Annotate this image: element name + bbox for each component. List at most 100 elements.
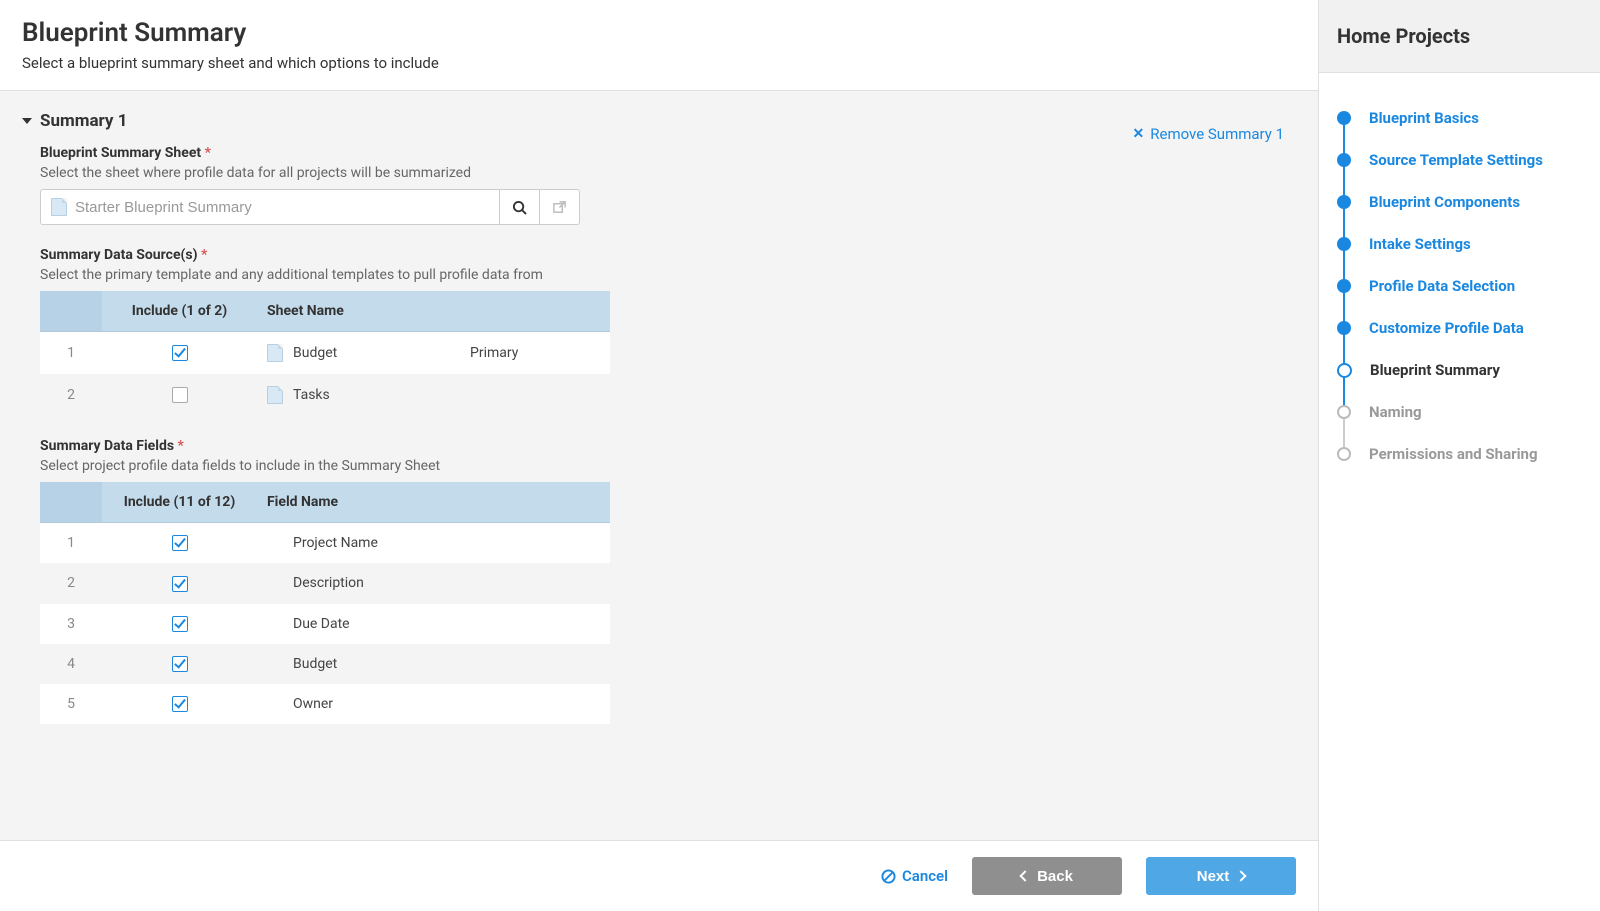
step-dot-icon	[1337, 195, 1351, 209]
remove-summary-link[interactable]: ✕ Remove Summary 1	[1133, 125, 1284, 143]
row-num: 2	[40, 563, 102, 603]
step-connector	[1343, 250, 1345, 280]
include-checkbox[interactable]	[172, 345, 188, 361]
wizard-step[interactable]: Customize Profile Data	[1337, 307, 1582, 349]
search-icon	[512, 200, 527, 215]
include-checkbox[interactable]	[172, 535, 188, 551]
row-name: Tasks	[293, 387, 330, 403]
page-subtitle: Select a blueprint summary sheet and whi…	[22, 54, 1296, 72]
row-name: Owner	[293, 696, 333, 712]
step-label[interactable]: Blueprint Components	[1369, 193, 1520, 211]
step-label[interactable]: Source Template Settings	[1369, 151, 1543, 169]
row-name-cell: Due Date	[257, 604, 610, 644]
wizard-step: Permissions and Sharing	[1337, 433, 1582, 475]
page-header: Blueprint Summary Select a blueprint sum…	[0, 0, 1318, 90]
open-new-icon	[552, 200, 567, 215]
caret-down-icon	[22, 118, 32, 124]
open-sheet-button[interactable]	[540, 189, 580, 225]
summary-sheet-input[interactable]	[75, 199, 489, 216]
col-tag-header	[460, 291, 610, 332]
step-label[interactable]: Customize Profile Data	[1369, 319, 1524, 337]
table-row: 3 Due Date	[40, 604, 610, 644]
page-title: Blueprint Summary	[22, 18, 1296, 48]
step-connector	[1343, 166, 1345, 196]
step-label[interactable]: Profile Data Selection	[1369, 277, 1515, 295]
next-button[interactable]: Next	[1146, 857, 1296, 895]
table-row: 2 Description	[40, 563, 610, 603]
step-label: Naming	[1369, 403, 1422, 421]
data-sources-help: Select the primary template and any addi…	[40, 267, 1142, 283]
step-label: Permissions and Sharing	[1369, 445, 1538, 463]
step-dot-icon	[1337, 405, 1351, 419]
data-fields-table: Include (11 of 12) Field Name 1Project N…	[40, 482, 610, 724]
required-asterisk: *	[201, 247, 207, 263]
include-checkbox[interactable]	[172, 387, 188, 403]
col-num-header	[40, 482, 102, 523]
include-checkbox[interactable]	[172, 696, 188, 712]
step-connector	[1343, 418, 1345, 448]
sheet-icon	[267, 386, 283, 404]
row-num: 1	[40, 332, 102, 375]
back-button[interactable]: Back	[972, 857, 1122, 895]
row-name: Project Name	[293, 535, 378, 551]
include-checkbox[interactable]	[172, 656, 188, 672]
required-asterisk: *	[205, 145, 211, 161]
row-num: 4	[40, 644, 102, 684]
browse-sheet-button[interactable]	[500, 189, 540, 225]
cancel-label: Cancel	[902, 867, 948, 885]
summary-section-toggle[interactable]: Summary 1	[22, 111, 1296, 131]
row-name-cell: Budget	[257, 332, 460, 375]
step-connector	[1343, 334, 1345, 364]
row-num: 3	[40, 604, 102, 644]
wizard-step[interactable]: Blueprint Components	[1337, 181, 1582, 223]
chevron-right-icon	[1236, 870, 1247, 881]
step-dot-icon	[1337, 321, 1351, 335]
step-connector	[1343, 376, 1345, 406]
step-connector	[1343, 292, 1345, 322]
row-name-cell: Budget	[257, 644, 610, 684]
summary-sheet-input-wrap[interactable]	[40, 189, 500, 225]
data-fields-field: Summary Data Fields * Select project pro…	[40, 438, 1142, 724]
wizard-sidebar: Home Projects Blueprint BasicsSource Tem…	[1318, 0, 1600, 911]
summary-sheet-label: Blueprint Summary Sheet	[40, 145, 201, 161]
cancel-icon	[881, 869, 896, 884]
cancel-button[interactable]: Cancel	[881, 867, 948, 885]
data-sources-label: Summary Data Source(s)	[40, 247, 198, 263]
data-sources-field: Summary Data Source(s) * Select the prim…	[40, 247, 1142, 416]
row-name: Budget	[293, 656, 337, 672]
table-row: 4 Budget	[40, 644, 610, 684]
remove-summary-label: Remove Summary 1	[1150, 125, 1284, 143]
row-name-cell: Project Name	[257, 523, 610, 564]
row-include-cell	[102, 563, 257, 603]
wizard-step[interactable]: Profile Data Selection	[1337, 265, 1582, 307]
row-include-cell	[102, 604, 257, 644]
sheet-icon	[267, 344, 283, 362]
row-name: Budget	[293, 345, 337, 361]
wizard-step[interactable]: Intake Settings	[1337, 223, 1582, 265]
step-label[interactable]: Blueprint Basics	[1369, 109, 1479, 127]
data-sources-table: Include (1 of 2) Sheet Name 1BudgetPrima…	[40, 291, 610, 416]
wizard-step[interactable]: Blueprint Basics	[1337, 97, 1582, 139]
row-tag: Primary	[460, 332, 610, 375]
step-dot-icon	[1337, 237, 1351, 251]
table-row: 1Project Name	[40, 523, 610, 564]
row-tag	[460, 374, 610, 416]
include-checkbox[interactable]	[172, 616, 188, 632]
wizard-step[interactable]: Source Template Settings	[1337, 139, 1582, 181]
content-area: ✕ Remove Summary 1 Summary 1 Blueprint S…	[0, 90, 1318, 840]
chevron-left-icon	[1019, 870, 1030, 881]
row-name-cell: Description	[257, 563, 610, 603]
data-fields-help: Select project profile data fields to in…	[40, 458, 1142, 474]
step-dot-icon	[1337, 447, 1351, 461]
row-include-cell	[102, 374, 257, 416]
step-label: Blueprint Summary	[1370, 361, 1500, 379]
step-connector	[1343, 208, 1345, 238]
table-row: 5Owner	[40, 684, 610, 724]
summary-sheet-help: Select the sheet where profile data for …	[40, 165, 1142, 181]
include-checkbox[interactable]	[172, 576, 188, 592]
row-name: Description	[293, 575, 364, 591]
wizard-step: Blueprint Summary	[1337, 349, 1582, 391]
step-label[interactable]: Intake Settings	[1369, 235, 1471, 253]
row-num: 2	[40, 374, 102, 416]
col-fieldname-header: Field Name	[257, 482, 610, 523]
